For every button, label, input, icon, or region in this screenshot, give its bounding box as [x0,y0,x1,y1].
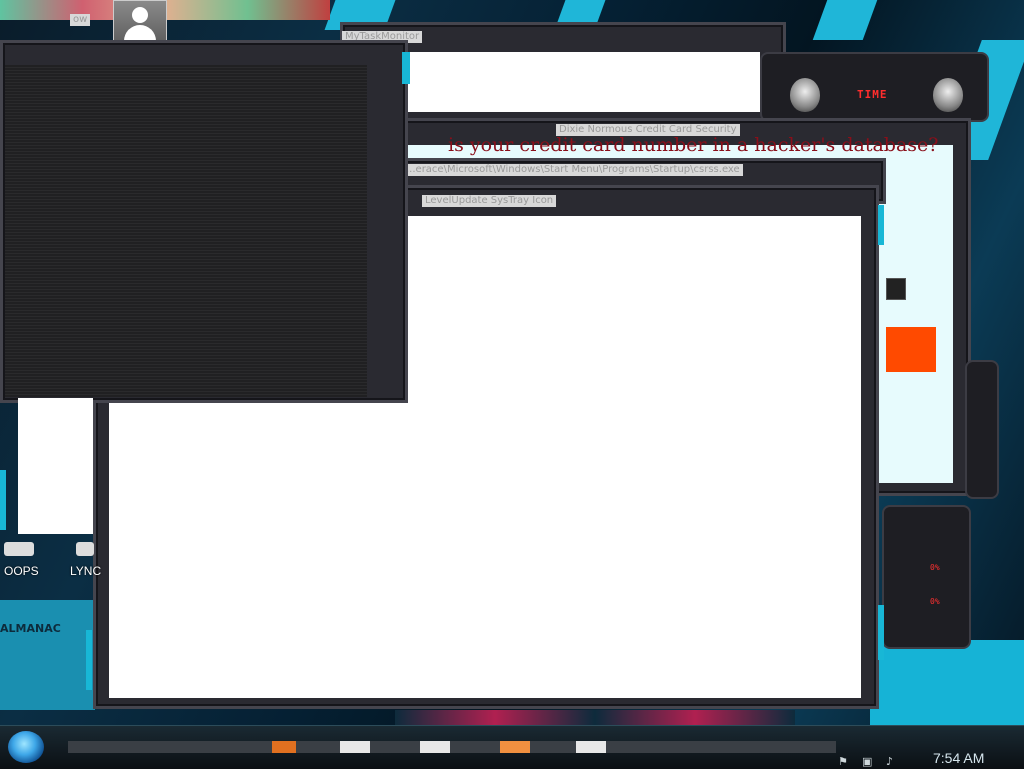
start-orb-icon[interactable] [8,731,44,763]
wallpaper-art-left [0,600,95,710]
wallpaper-art-bottom [395,710,795,725]
gadget-time-logo: TIME [857,88,888,101]
credit-input-field[interactable] [886,278,906,300]
lync-icon-label[interactable]: LYNC [70,564,101,578]
credit-headline: is your credit card number in a hacker's… [448,134,939,156]
taskbar-app-button[interactable] [340,741,370,753]
systray-update-title: LevelUpdate SysTray Icon [422,195,557,207]
network-icon[interactable]: ▣ [862,755,872,768]
avatar-head [132,7,148,23]
cpu-percent-b: 0% [930,597,940,606]
black-panel-content [5,65,367,397]
taskbar-app-button[interactable] [576,741,606,753]
alien-head-icon [790,78,820,112]
left-window-title: ow [70,14,91,26]
left-small-window[interactable] [18,398,93,534]
cpu-percent-a: 0% [930,563,940,572]
taskbar-clock[interactable]: 7:54 AM [933,750,984,766]
oops-icon[interactable] [4,542,34,556]
credit-scan-button[interactable] [886,327,936,372]
right-edge-gadget [965,360,999,499]
window-edge-glow [0,470,6,530]
taskbar-app-button[interactable] [500,741,530,753]
lync-icon[interactable] [76,542,94,556]
taskbar-program-strip[interactable] [68,741,836,753]
alien-head-icon [933,78,963,112]
window-edge-glow [402,52,410,84]
window-edge-glow [878,205,884,245]
volume-icon[interactable]: ♪ [886,755,893,768]
task-monitor-content [405,52,760,112]
taskbar-app-button[interactable] [272,741,296,753]
oops-icon-label[interactable]: OOPS [4,564,39,578]
window-edge-glow [86,630,92,690]
window-edge-glow [878,605,884,660]
wallpaper-cyan-band [870,640,1024,725]
flag-icon[interactable]: ⚑ [838,755,848,768]
cpu-gadget [882,505,971,649]
almanac-brand: ALMANAC [0,622,61,635]
startup-path-title: ...erace\Microsoft\Windows\Start Menu\Pr… [403,164,743,176]
taskbar-app-button[interactable] [420,741,450,753]
